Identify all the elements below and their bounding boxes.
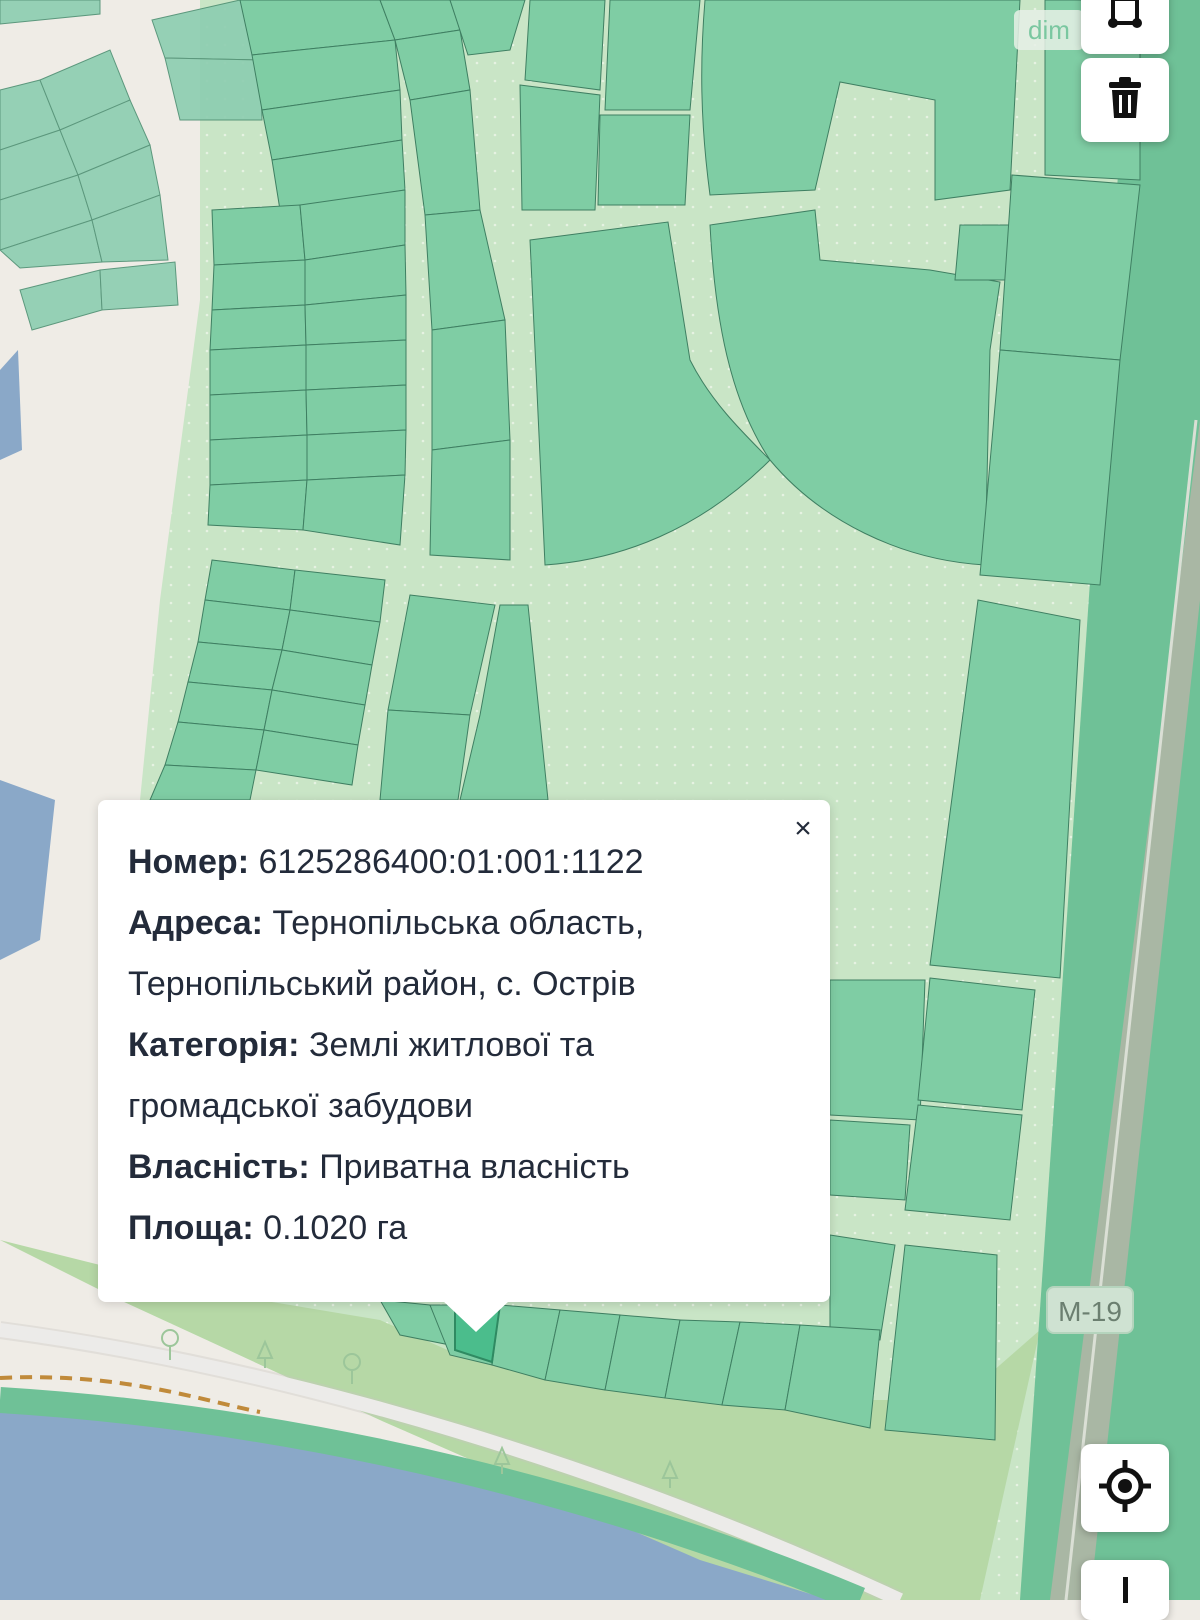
area-label: Площа: xyxy=(128,1209,254,1247)
address-row-2: Тернопільський район, с. Острів xyxy=(128,954,800,1015)
parcel-info-popup: × Номер: 6125286400:01:001:1122 Адреса: … xyxy=(98,800,830,1332)
category-value-line1: Землі житлової та xyxy=(308,1026,594,1064)
ownership-value: Приватна власність xyxy=(319,1148,630,1186)
address-row: Адреса: Тернопільська область, xyxy=(128,893,800,954)
ownership-row: Власність: Приватна власність xyxy=(128,1137,800,1198)
address-value-line2: Тернопільський район, с. Острів xyxy=(128,965,636,1003)
zoom-icon xyxy=(1110,1573,1140,1608)
number-row: Номер: 6125286400:01:001:1122 xyxy=(128,832,800,893)
ownership-label: Власність: xyxy=(128,1148,310,1186)
delete-button[interactable] xyxy=(1081,58,1169,142)
locate-icon xyxy=(1097,1458,1153,1519)
locate-button[interactable] xyxy=(1081,1444,1169,1532)
category-row: Категорія: Землі житлової та xyxy=(128,1015,800,1076)
attribution-badge: dim xyxy=(1014,10,1084,50)
address-label: Адреса: xyxy=(128,904,263,942)
number-value: 6125286400:01:001:1122 xyxy=(258,843,644,881)
zoom-button[interactable] xyxy=(1081,1560,1169,1620)
area-value: 0.1020 га xyxy=(263,1209,408,1247)
category-label: Категорія: xyxy=(128,1026,300,1064)
parcels-center xyxy=(519,0,1141,586)
trash-icon xyxy=(1105,76,1145,125)
popup-pointer xyxy=(442,1300,510,1332)
number-label: Номер: xyxy=(128,843,250,881)
close-button[interactable]: × xyxy=(788,814,818,844)
category-row-2: громадської забудови xyxy=(128,1076,800,1137)
address-value-line1: Тернопільська область, xyxy=(272,904,645,942)
vertex-edit-icon xyxy=(1105,0,1145,36)
road-label-m19: M-19 xyxy=(1046,1286,1134,1334)
vertex-edit-button[interactable] xyxy=(1081,0,1169,54)
category-value-line2: громадської забудови xyxy=(128,1087,474,1125)
area-row: Площа: 0.1020 га xyxy=(128,1198,800,1259)
